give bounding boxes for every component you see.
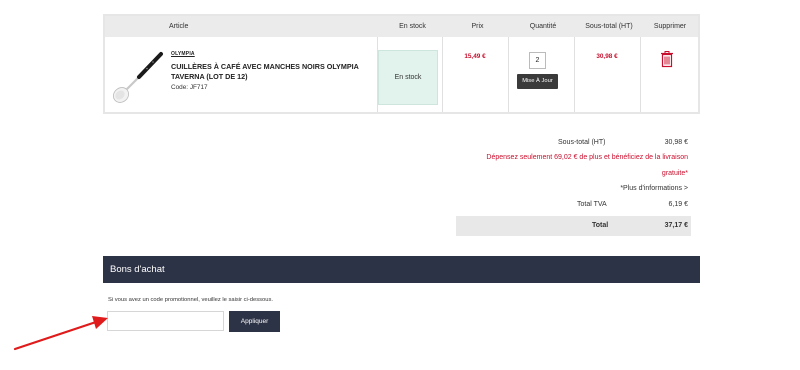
voucher-code-input[interactable]	[107, 311, 224, 331]
free-shipping-message: Dépensez seulement 69,02 € de plus et bé…	[486, 154, 688, 161]
tva-label: Total TVA	[577, 201, 607, 208]
voucher-section-title: Bons d'achat	[103, 256, 700, 283]
column-divider	[574, 37, 575, 112]
subtotal-label: Sous-total (HT)	[558, 139, 606, 146]
cart-item-row: OLYMPIA CUILLÈRES À CAFÉ AVEC MANCHES NO…	[105, 37, 698, 112]
cart-header-row: Article En stock Prix Quantité Sous-tota…	[105, 16, 698, 37]
header-article: Article	[169, 23, 189, 30]
apply-voucher-button[interactable]: Appliquer	[229, 311, 280, 332]
header-delete: Supprimer	[653, 23, 687, 30]
unit-price: 15,49 €	[464, 53, 486, 60]
header-subtotal: Sous-total (HT)	[585, 23, 633, 30]
product-image[interactable]	[109, 45, 167, 105]
grand-total-bar: Total 37,17 €	[456, 216, 691, 236]
update-quantity-button[interactable]: Mise À Jour	[517, 74, 558, 89]
header-stock: En stock	[399, 23, 426, 30]
column-divider	[508, 37, 509, 112]
voucher-instructions: Si vous avez un code promotionnel, veuil…	[108, 297, 273, 303]
stock-status-badge: En stock	[378, 50, 438, 105]
trash-icon[interactable]	[661, 51, 673, 68]
product-name[interactable]: CUILLÈRES À CAFÉ AVEC MANCHES NOIRS OLYM…	[171, 62, 366, 82]
product-code: Code: JF717	[171, 84, 208, 91]
line-subtotal: 30,98 €	[596, 53, 618, 60]
quantity-input[interactable]: 2	[529, 52, 546, 69]
tva-value: 6,19 €	[668, 201, 688, 208]
column-divider	[442, 37, 443, 112]
header-quantity: Quantité	[529, 23, 557, 30]
header-price: Prix	[471, 23, 484, 30]
column-divider	[640, 37, 641, 112]
product-brand[interactable]: OLYMPIA	[171, 51, 195, 57]
free-shipping-message-cont: gratuite*	[661, 170, 688, 177]
total-label: Total	[592, 222, 609, 229]
more-info-link[interactable]: *Plus d'informations >	[620, 185, 688, 192]
cart-table: Article En stock Prix Quantité Sous-tota…	[103, 14, 700, 114]
subtotal-value: 30,98 €	[664, 139, 688, 146]
total-value: 37,17 €	[664, 222, 688, 229]
